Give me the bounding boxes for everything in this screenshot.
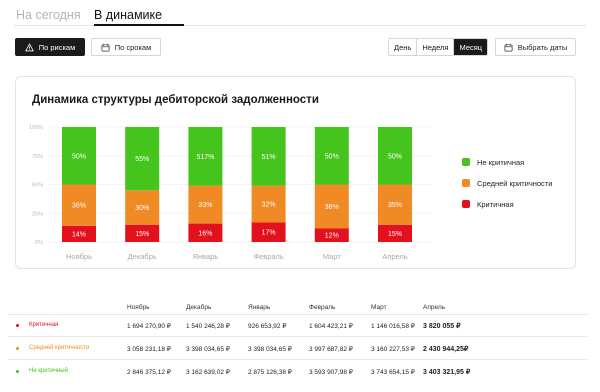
table-cell: 2 846 375,12 ₽ [127,369,171,376]
table-cell: 2 430 944,25₽ [423,345,469,353]
x-tick-label: Февраль [253,252,284,261]
by-risk-label: По рискам [38,42,76,52]
table-cell: 3 398 034,65 ₽ [248,346,292,353]
data-label: 17% [262,230,276,237]
calendar-icon [504,43,513,51]
legend-item-medium: Средней критичности [462,178,552,188]
legend-swatch [462,158,470,166]
table-divider [8,359,588,360]
column-header: Апрель [423,304,446,311]
column-header: Январь [248,304,271,311]
table-divider [8,314,588,315]
status-dot [16,370,19,373]
table-cell: 3 398 034,65 ₽ [186,346,230,353]
x-tick-label: Ноябрь [66,252,92,261]
table-cell: 1 540 246,28 ₽ [186,323,230,330]
legend-swatch [462,179,470,187]
table-cell: 3 403 321,95 ₽ [423,368,471,376]
table-cell: 3 160 227,53 ₽ [371,346,415,353]
tab-today[interactable]: На сегодня [16,8,81,22]
table-cell: 3 593 907,98 ₽ [309,369,353,376]
period-day[interactable]: День [389,39,418,55]
data-label: 35% [388,202,402,209]
x-tick-label: Март [323,252,342,261]
table-cell: 1 146 016,58 ₽ [371,323,415,330]
view-tabs: На сегодня В динамике [14,0,586,26]
table-cell: 1 604 423,21 ₽ [309,323,353,330]
data-label: 32% [262,202,276,209]
data-label: 12% [325,233,339,240]
y-tick-label: 50% [32,183,43,189]
y-tick-label: 75% [32,154,43,160]
table-cell: 926 653,92 ₽ [248,323,287,330]
row-label: Не критичный [29,368,68,374]
pick-dates-label: Выбрать даты [517,42,568,52]
row-label: Средней критичности [29,345,90,351]
column-header: Февраль [309,304,336,311]
row-label: Критичная [29,322,59,328]
by-risk-button[interactable]: По рискам [15,38,85,56]
data-label: 30% [135,205,149,212]
active-tab-indicator [94,24,184,26]
period-month[interactable]: Месяц [454,39,488,55]
data-label: 517% [196,154,214,161]
x-tick-label: Декабрь [128,252,157,261]
data-label: 50% [72,153,86,160]
y-tick-label: 0% [35,240,43,246]
table-cell: 3 743 654,15 ₽ [371,369,415,376]
data-label: 15% [388,231,402,238]
table-cell: 1 694 270,90 ₽ [127,323,171,330]
x-tick-label: Апрель [382,252,408,261]
data-label: 36% [72,203,86,210]
column-header: Март [371,304,387,311]
data-label: 38% [325,204,339,211]
y-tick-label: 25% [32,211,43,217]
table-cell: 3 820 055 ₽ [423,322,461,330]
chart-legend: Не критичная Средней критичности Критичн… [462,157,552,220]
period-switcher: День Неделя Месяц [388,38,489,56]
table-cell: 2 875 126,38 ₽ [248,369,292,376]
legend-item-noncritical: Не критичная [462,157,552,167]
data-label: 16% [198,230,212,237]
x-tick-label: Январь [193,252,219,261]
chart-card: Динамика структуры дебиторской задолженн… [15,76,576,269]
legend-label: Критичная [477,199,514,209]
legend-item-critical: Критичная [462,199,552,209]
data-label: 55% [135,156,149,163]
table-cell: 3 058 231,18 ₽ [127,346,171,353]
period-week[interactable]: Неделя [417,39,455,55]
legend-label: Средней критичности [477,178,553,188]
by-term-label: По срокам [114,42,152,52]
legend-label: Не критичная [477,157,525,167]
data-label: 33% [198,202,212,209]
pick-dates-button[interactable]: Выбрать даты [495,38,576,56]
data-label: 50% [388,153,402,160]
legend-swatch [462,200,470,208]
table-cell: 3 997 687,82 ₽ [309,346,353,353]
data-label: 15% [135,231,149,238]
by-term-button[interactable]: По срокам [91,38,161,56]
data-label: 51% [262,154,276,161]
tab-dynamics[interactable]: В динамике [94,8,162,22]
table-cell: 3 162 639,02 ₽ [186,369,230,376]
data-label: 14% [72,231,86,238]
y-tick-label: 100% [29,125,43,131]
calendar-icon [101,43,110,51]
warning-icon [25,42,34,51]
table-divider [8,336,588,337]
status-dot [16,347,19,350]
data-label: 50% [325,153,339,160]
column-header: Ноябрь [127,304,150,311]
column-header: Декабрь [186,304,212,311]
status-dot [16,324,19,327]
